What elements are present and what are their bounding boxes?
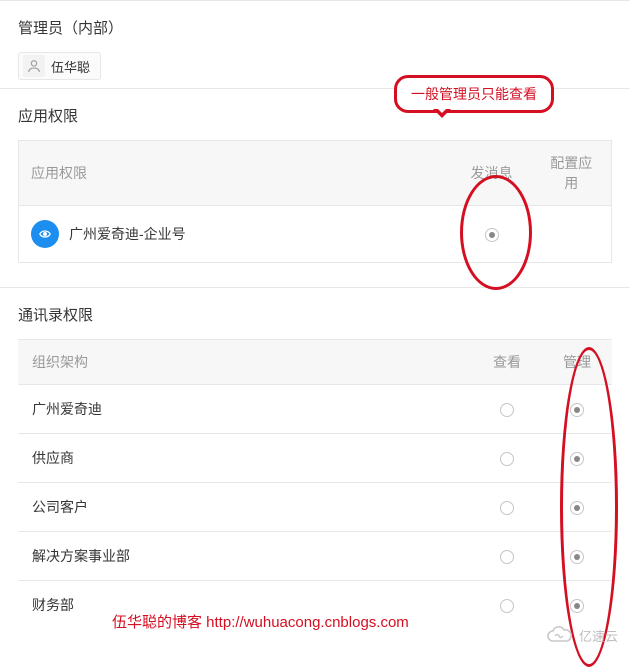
logo-yisu: 亿速云	[545, 625, 618, 645]
col-view: 查看	[472, 340, 542, 385]
footer-note: 伍华聪的博客 http://wuhuacong.cnblogs.com	[112, 611, 409, 632]
org-name: 公司客户	[18, 483, 472, 532]
org-name: 供应商	[18, 434, 472, 483]
app-permissions-table: 应用权限 发消息 配置应用 广州爱奇迪-企业号	[18, 140, 612, 263]
footer-url: http://wuhuacong.cnblogs.com	[206, 614, 409, 631]
radio-send-msg[interactable]	[485, 228, 499, 242]
radio-view[interactable]	[500, 599, 514, 613]
radio-manage[interactable]	[570, 452, 584, 466]
table-row: 广州爱奇迪-企业号	[19, 206, 612, 263]
col-app-name: 应用权限	[19, 141, 452, 206]
table-row: 供应商	[18, 434, 612, 483]
admin-name: 伍华聪	[51, 57, 90, 76]
contacts-permissions-section: 通讯录权限 组织架构 查看 管理 广州爱奇迪供应商公司客户解决方案事业部财务部	[0, 287, 630, 637]
table-row: 广州爱奇迪	[18, 385, 612, 434]
admin-section-title: 管理员（内部）	[18, 17, 612, 38]
table-row: 解决方案事业部	[18, 532, 612, 581]
col-config-app: 配置应用	[532, 141, 612, 206]
app-permissions-section: 应用权限 应用权限 发消息 配置应用 广州爱奇迪-企业号	[0, 88, 630, 287]
logo-text: 亿速云	[579, 626, 618, 645]
col-org: 组织架构	[18, 340, 472, 385]
contacts-permissions-title: 通讯录权限	[18, 304, 612, 325]
callout-note: 一般管理员只能查看	[394, 75, 554, 113]
radio-manage[interactable]	[570, 550, 584, 564]
app-icon	[31, 220, 59, 248]
admin-chip[interactable]: 伍华聪	[18, 52, 101, 80]
radio-view[interactable]	[500, 501, 514, 515]
col-manage: 管理	[542, 340, 612, 385]
col-send-msg: 发消息	[452, 141, 532, 206]
app-name: 广州爱奇迪-企业号	[69, 224, 186, 244]
radio-manage[interactable]	[570, 599, 584, 613]
callout-text: 一般管理员只能查看	[411, 86, 537, 102]
radio-view[interactable]	[500, 550, 514, 564]
avatar-icon	[23, 55, 45, 77]
org-name: 广州爱奇迪	[18, 385, 472, 434]
radio-view[interactable]	[500, 403, 514, 417]
table-row: 公司客户	[18, 483, 612, 532]
radio-view[interactable]	[500, 452, 514, 466]
cloud-icon	[545, 625, 575, 645]
contacts-permissions-table: 组织架构 查看 管理 广州爱奇迪供应商公司客户解决方案事业部财务部	[18, 339, 612, 629]
radio-manage[interactable]	[570, 403, 584, 417]
org-name: 解决方案事业部	[18, 532, 472, 581]
radio-manage[interactable]	[570, 501, 584, 515]
footer-text: 伍华聪的博客	[112, 614, 206, 631]
